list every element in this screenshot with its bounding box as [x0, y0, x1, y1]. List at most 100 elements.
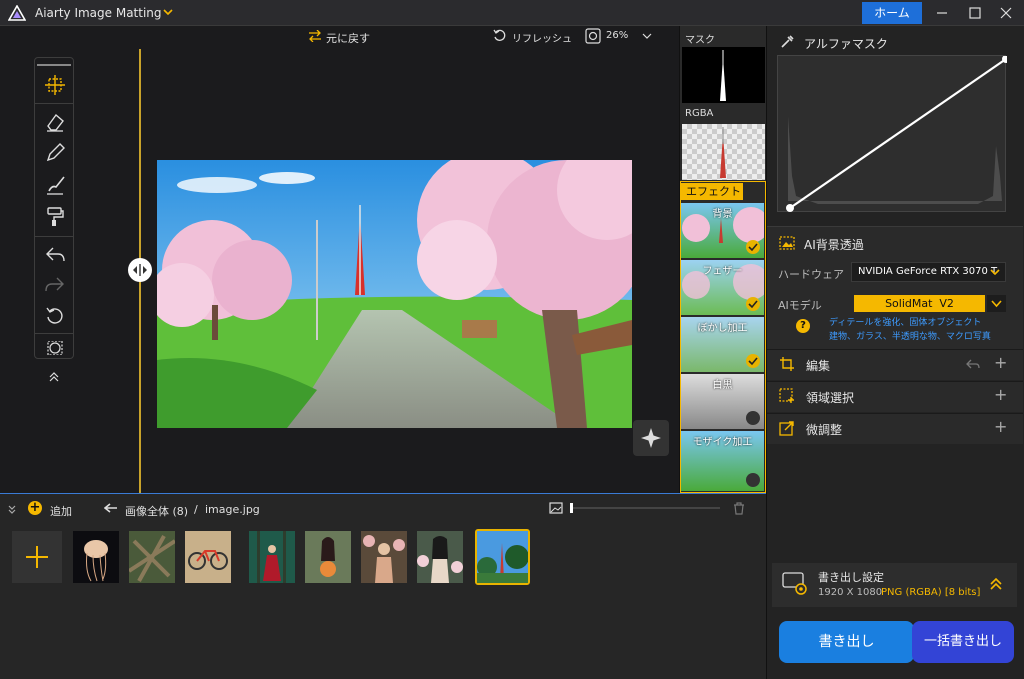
effect-feather[interactable]: フェザー — [681, 260, 764, 315]
tool-palette — [34, 57, 74, 359]
refresh-icon[interactable] — [493, 29, 507, 43]
rgba-label: RGBA — [685, 108, 714, 119]
add-edit-icon[interactable]: + — [994, 353, 1012, 372]
undo-icon[interactable] — [44, 244, 66, 266]
maximize-icon[interactable] — [966, 4, 984, 22]
rgba-preview[interactable] — [682, 124, 765, 180]
main-image[interactable] — [157, 160, 632, 428]
export-button[interactable]: 書き出し — [779, 621, 914, 663]
title-bar: Aiarty Image Matting ホーム — [0, 0, 1024, 26]
mask-preview[interactable] — [682, 47, 765, 103]
split-arrows-icon — [133, 264, 147, 276]
export-settings-title: 書き出し設定 — [818, 571, 884, 584]
brush-icon[interactable] — [44, 174, 66, 196]
check-icon[interactable] — [746, 354, 760, 368]
effect-blur[interactable]: ぼかし加工 — [681, 317, 764, 372]
image-size-icon — [549, 502, 563, 514]
reset-icon[interactable] — [44, 305, 66, 327]
add-region-icon[interactable]: + — [994, 385, 1012, 404]
divider — [35, 333, 73, 334]
chevron-down-icon[interactable] — [162, 8, 174, 16]
refresh-button[interactable]: リフレッシュ — [512, 30, 572, 45]
thumbnail-size-slider[interactable] — [572, 507, 720, 509]
check-icon[interactable] — [746, 240, 760, 254]
effect-label-text: 白黒 — [712, 380, 733, 391]
effect-monochrome[interactable]: 白黒 — [681, 374, 764, 429]
divider — [35, 236, 73, 237]
chevron-down-icon[interactable] — [990, 269, 1000, 275]
ai-model-select[interactable]: SolidMat V2 — [854, 295, 985, 312]
chevron-down-icon[interactable] — [642, 33, 652, 39]
crop-edit-icon — [780, 357, 794, 371]
compare-handle[interactable] — [128, 258, 152, 282]
model-desc-1: ディテールを強化、固体オブジェクト — [829, 318, 982, 328]
collapse-down-icon[interactable] — [7, 505, 17, 515]
ai-model-label: AIモデル — [778, 299, 822, 312]
alpha-curve-graph[interactable] — [777, 55, 1007, 212]
hardware-label: ハードウェア — [778, 268, 844, 281]
trash-icon[interactable] — [733, 502, 745, 515]
eyedropper-icon[interactable] — [780, 35, 794, 49]
expand-up-icon[interactable] — [989, 577, 1003, 591]
edit-label: 編集 — [806, 359, 831, 373]
hardware-select[interactable]: NVIDIA GeForce RTX 3070 T — [851, 262, 1006, 282]
add-circle-icon[interactable]: + — [28, 501, 42, 515]
effect-label-text: ぼかし加工 — [697, 323, 748, 334]
image-strip — [0, 493, 766, 679]
export-settings-icon — [782, 572, 807, 595]
help-icon[interactable]: ? — [796, 319, 810, 333]
thumbnail-woman-flowers[interactable] — [305, 531, 351, 583]
effect-label-text: フェザー — [702, 266, 743, 277]
mask-label: マスク — [685, 35, 715, 46]
model-desc-2: 建物、ガラス、半透明な物、マクロ写真 — [829, 332, 991, 342]
breadcrumb-file: image.jpg — [205, 503, 260, 516]
batch-export-button[interactable]: 一括書き出し — [912, 621, 1014, 663]
undo-button[interactable]: 元に戻す — [326, 30, 370, 46]
effect-mosaic[interactable]: モザイク加工 — [681, 431, 764, 491]
eraser-icon[interactable] — [44, 111, 66, 133]
ai-image-icon — [779, 236, 795, 250]
thumbnail-woman-roses[interactable] — [361, 531, 407, 583]
move-tool-icon[interactable] — [44, 74, 66, 96]
add-button[interactable]: 追加 — [50, 503, 72, 519]
slider-handle[interactable] — [570, 503, 573, 513]
drag-grip[interactable] — [37, 64, 71, 66]
undo-small-icon[interactable] — [966, 358, 980, 370]
thumbnail-selected[interactable] — [475, 529, 530, 585]
fine-tune-label: 微調整 — [806, 423, 843, 437]
thumbnail-woman-forest[interactable] — [249, 531, 295, 583]
zoom-icon[interactable] — [585, 28, 601, 44]
zoom-level[interactable]: 26% — [606, 30, 628, 41]
region-select-icon — [779, 388, 794, 403]
check-icon[interactable] — [746, 297, 760, 311]
paint-roller-icon[interactable] — [44, 206, 66, 228]
effect-background[interactable]: 背景 — [681, 203, 764, 258]
pencil-icon[interactable] — [44, 142, 66, 164]
home-button[interactable]: ホーム — [862, 2, 922, 24]
undo-arrows-icon[interactable] — [308, 30, 322, 42]
thumbnail-branches[interactable] — [129, 531, 175, 583]
add-fine-tune-icon[interactable]: + — [994, 417, 1012, 436]
back-arrow-icon[interactable] — [104, 503, 118, 513]
minimize-icon[interactable] — [933, 4, 951, 22]
breadcrumb-sep: / — [194, 503, 198, 516]
ai-bg-title: AI背景透過 — [804, 238, 864, 252]
app-title: Aiarty Image Matting — [35, 6, 162, 20]
effect-label-text: モザイク加工 — [692, 437, 753, 448]
unchecked-icon[interactable] — [746, 411, 760, 425]
thumbnail-jellyfish[interactable] — [73, 531, 119, 583]
magic-enhance-button[interactable] — [633, 420, 669, 456]
collapse-up-icon[interactable] — [48, 372, 60, 382]
thumbnail-bicycle[interactable] — [185, 531, 231, 583]
app-logo-icon — [8, 5, 26, 21]
close-icon[interactable] — [997, 4, 1015, 22]
export-settings-card[interactable] — [772, 563, 1017, 607]
redo-icon[interactable] — [44, 274, 66, 296]
breadcrumb-all[interactable]: 画像全体 (8) — [125, 503, 188, 519]
add-image-tile[interactable] — [12, 531, 62, 583]
ai-model-dropdown[interactable] — [987, 295, 1006, 312]
thumbnail-woman-garden[interactable] — [417, 531, 463, 583]
selection-icon[interactable] — [44, 341, 66, 355]
fine-tune-icon — [779, 421, 794, 436]
unchecked-icon[interactable] — [746, 473, 760, 487]
